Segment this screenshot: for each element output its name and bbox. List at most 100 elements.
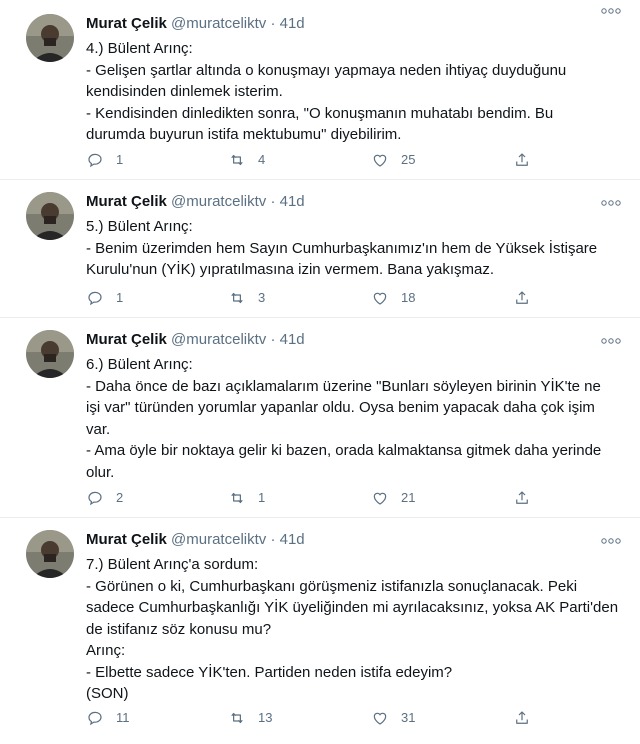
tweet-line: 7.) Bülent Arınç'a sordum: (86, 556, 259, 573)
like-button[interactable]: 18 (371, 288, 415, 308)
heart-icon (373, 492, 387, 505)
tweet-text: 4.) Bülent Arınç: - Gelişen şartlar altı… (86, 38, 626, 146)
avatar[interactable] (26, 330, 74, 378)
tweet-line: - Benim üzerimden hem Sayın Cumhurbaşkan… (86, 239, 598, 257)
reply-icon (88, 153, 102, 168)
like-count: 21 (401, 490, 416, 505)
author-name[interactable]: Murat Çelik (86, 193, 167, 210)
tweet-line: de istifanız söz konusu mu? (86, 620, 272, 638)
reply-count: 2 (116, 490, 124, 505)
like-button[interactable]: 21 (371, 488, 415, 508)
tweet-time[interactable]: 41d (280, 331, 305, 348)
tweet-line: 5.) Bülent Arınç: (86, 218, 193, 235)
separator-dot: · (270, 531, 276, 548)
tweet-header: Murat Çelik @muratceliktv · 41d (86, 330, 305, 350)
tweet-time[interactable]: 41d (280, 15, 305, 32)
retweet-icon (231, 292, 243, 304)
share-button[interactable] (513, 150, 543, 170)
author-handle[interactable]: @muratceliktv (171, 331, 266, 348)
share-icon (516, 291, 528, 304)
reply-button[interactable]: 2 (86, 488, 123, 508)
tweet-text: 6.) Bülent Arınç: - Daha önce de bazı aç… (86, 354, 626, 483)
share-icon (516, 711, 528, 724)
author-handle[interactable]: @muratceliktv (171, 531, 266, 548)
tweet-time[interactable]: 41d (280, 531, 305, 548)
tweet[interactable]: Murat Çelik @muratceliktv · 41d 5.) Büle… (0, 180, 640, 318)
tweet-line: sadece Cumhurbaşkanlığı YİK üyeliğinden … (86, 599, 619, 616)
tweet-line: 4.) Bülent Arınç: (86, 40, 193, 57)
share-icon (516, 153, 528, 166)
more-icon[interactable] (600, 4, 622, 16)
tweet-line: 6.) Bülent Arınç: (86, 356, 193, 373)
tweet-line: var. (86, 420, 111, 438)
heart-icon (373, 154, 387, 167)
retweet-count: 1 (258, 490, 266, 505)
heart-icon (373, 712, 387, 725)
reply-icon (88, 491, 102, 506)
tweet[interactable]: Murat Çelik @muratceliktv · 41d 4.) Büle… (0, 0, 640, 180)
separator-dot: · (270, 193, 276, 210)
retweet-button[interactable]: 13 (228, 708, 272, 728)
tweet-header: Murat Çelik @muratceliktv · 41d (86, 530, 305, 550)
share-icon (516, 491, 528, 504)
author-name[interactable]: Murat Çelik (86, 331, 167, 348)
tweet-line: - Daha önce de bazı açıklamalarım üzerin… (86, 377, 601, 395)
author-name[interactable]: Murat Çelik (86, 531, 167, 548)
tweet-line: işi var" türünden yorumlar yapanlar oldu… (86, 399, 595, 416)
tweet-line: Arınç: (86, 642, 126, 659)
tweet[interactable]: Murat Çelik @muratceliktv · 41d 6.) Büle… (0, 318, 640, 518)
retweet-button[interactable]: 3 (228, 288, 265, 308)
tweet-line: - Gelişen şartlar altında o konuşmayı ya… (86, 61, 567, 79)
reply-count: 11 (116, 710, 130, 725)
tweet-line: - Görünen o ki, Cumhurbaşkanı görüşmeniz… (86, 577, 578, 595)
retweet-button[interactable]: 1 (228, 488, 265, 508)
retweet-icon (231, 712, 243, 724)
tweet-time[interactable]: 41d (280, 193, 305, 210)
author-name[interactable]: Murat Çelik (86, 15, 167, 32)
more-icon[interactable] (600, 334, 622, 346)
heart-icon (373, 292, 387, 305)
avatar[interactable] (26, 192, 74, 240)
retweet-icon (231, 492, 243, 504)
tweet-line: - Ama öyle bir noktaya gelir ki bazen, o… (86, 442, 602, 459)
reply-count: 1 (116, 290, 124, 305)
reply-icon (88, 711, 102, 726)
more-icon[interactable] (600, 196, 622, 208)
author-handle[interactable]: @muratceliktv (171, 15, 266, 32)
share-button[interactable] (513, 488, 543, 508)
tweet-line: durumda buyurun istifa mektubumu" diyebi… (86, 126, 402, 143)
tweet-text: 5.) Bülent Arınç: - Benim üzerimden hem … (86, 216, 626, 281)
reply-button[interactable]: 1 (86, 288, 123, 308)
avatar[interactable] (26, 530, 74, 578)
retweet-count: 13 (258, 710, 273, 725)
separator-dot: · (270, 331, 276, 348)
retweet-count: 3 (258, 290, 266, 305)
tweet-line: - Elbette sadece YİK'ten. Partiden neden… (86, 663, 453, 681)
like-count: 31 (401, 710, 416, 725)
tweet-line: (SON) (86, 685, 129, 702)
retweet-icon (231, 154, 243, 166)
reply-count: 1 (116, 152, 124, 167)
tweet-header: Murat Çelik @muratceliktv · 41d (86, 192, 305, 212)
tweet-actions: 2 1 21 (86, 488, 626, 508)
tweet-actions: 1 4 25 (86, 150, 626, 170)
reply-icon (88, 291, 102, 306)
retweet-button[interactable]: 4 (228, 150, 265, 170)
tweet-actions: 1 3 18 (86, 288, 626, 308)
share-button[interactable] (513, 288, 543, 308)
separator-dot: · (270, 15, 276, 32)
tweet-line: Kurulu'nun (YİK) yıpratılmasına izin ver… (86, 261, 495, 278)
tweet-line: olur. (86, 463, 115, 481)
avatar[interactable] (26, 14, 74, 62)
like-button[interactable]: 25 (371, 150, 415, 170)
like-button[interactable]: 31 (371, 708, 415, 728)
share-button[interactable] (513, 708, 543, 728)
tweet-line: kendisinden dinlemek isterim. (86, 83, 283, 100)
tweet-actions: 11 13 31 (86, 708, 626, 728)
more-icon[interactable] (600, 534, 622, 546)
reply-button[interactable]: 1 (86, 150, 123, 170)
retweet-count: 4 (258, 152, 266, 167)
reply-button[interactable]: 11 (86, 708, 130, 728)
author-handle[interactable]: @muratceliktv (171, 193, 266, 210)
tweet[interactable]: Murat Çelik @muratceliktv · 41d 7.) Büle… (0, 518, 640, 744)
